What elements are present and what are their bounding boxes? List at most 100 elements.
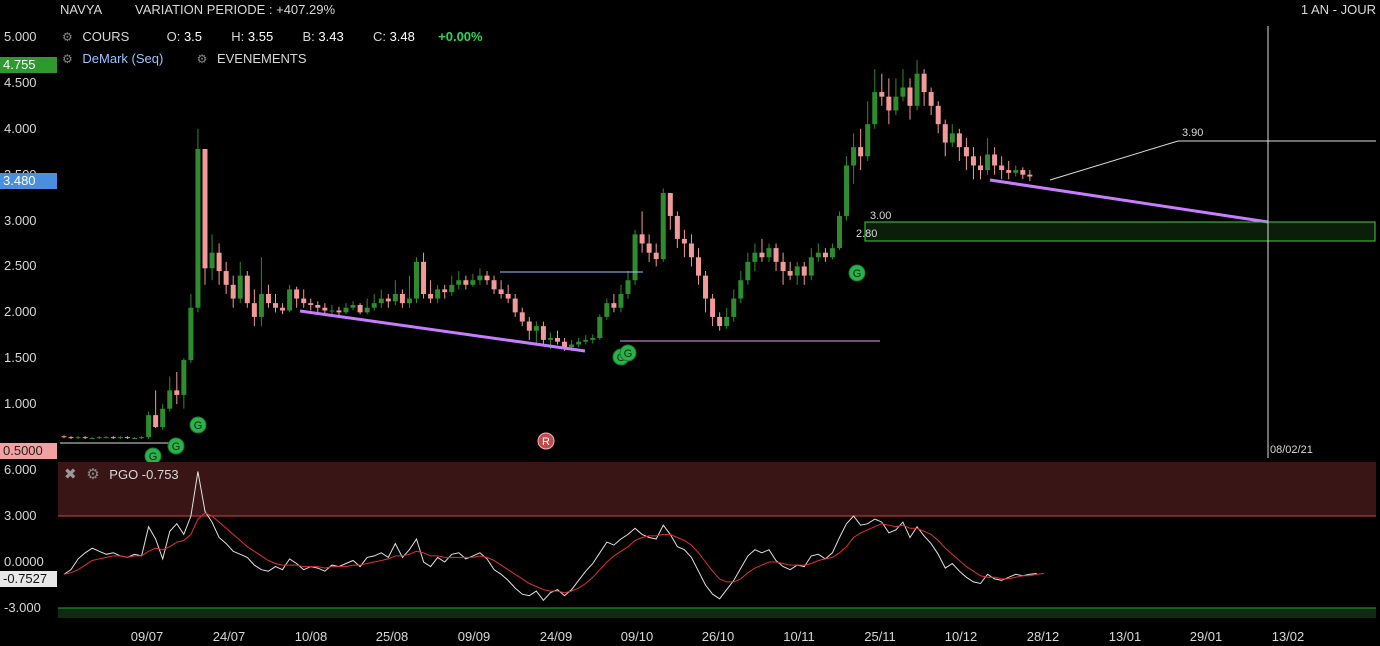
candle-body [258,293,264,317]
low-price-tag: 0.5000 [0,443,57,459]
signal-badge-label: G [853,268,862,280]
candle-body [688,243,694,258]
candle-body [900,87,906,97]
date-tick-label: 10/11 [783,629,815,644]
candle-body [463,280,469,285]
candle-body [963,147,969,157]
candle-body [209,252,215,269]
price-tick-label: 5.000 [4,29,37,44]
candle-body [766,248,772,258]
candle-body [237,275,243,299]
candle-body [569,344,575,348]
gear-icon[interactable]: ⚙ [86,466,99,483]
candle-body [385,298,391,302]
candle-body [378,298,384,304]
candle-body [660,193,666,260]
target-label: 3.90 [1182,127,1204,139]
date-tick-label: 09/10 [620,629,654,644]
candle-body [195,148,201,308]
signal-badge-label: R [542,436,550,448]
variation-label: VARIATION PERIODE : +407.29% [135,2,336,17]
candle-body [752,252,758,262]
candle-body [921,73,927,93]
pgo-series-line [63,512,1044,594]
pgo-tick-label: 3.000 [4,508,37,523]
candle-body [160,408,166,428]
date-tick-label: 09/07 [130,629,164,644]
date-tick-label: 13/01 [1108,629,1142,644]
candle-body [696,257,701,276]
candle-body [280,307,286,311]
low-value: 3.43 [318,29,344,44]
candle-body [343,307,349,313]
candle-body [350,304,356,308]
close-icon[interactable]: ✖ [64,466,77,483]
date-tick-label: 10/12 [944,629,978,644]
cursor-date-label: 08/02/21 [1270,444,1313,456]
gear-icon[interactable]: ⚙ [62,30,73,44]
candle-body [336,310,342,313]
pgo-header: ✖ ⚙ PGO -0.753 [64,465,179,483]
pgo-oversold-zone [58,608,1376,618]
candle-body [787,271,793,276]
price-tick-label: 2.000 [4,304,37,320]
close-value: 3.48 [389,29,415,44]
candle-body [202,148,208,269]
candle-body [251,303,257,317]
pgo-last-tag: -0.7527 [0,571,57,587]
gear-icon[interactable]: ⚙ [62,52,73,66]
candle-body [717,316,723,327]
candle-body [710,298,716,317]
candle-body [773,248,779,262]
indicator-demark[interactable]: DeMark (Seq) [82,51,163,66]
price-tick-label: 1.000 [4,396,37,412]
indicator-events[interactable]: EVENEMENTS [217,51,307,66]
candle-body [745,261,751,281]
date-tick-label: 24/07 [212,629,246,644]
candle-body [653,252,659,260]
candle-body [216,252,222,272]
date-tick-label: 25/11 [864,629,896,644]
date-tick-label: 29/01 [1189,629,1223,644]
price-tick-label: 4.500 [4,74,37,90]
candle-body [837,215,842,249]
period-selector[interactable]: 1 AN - JOUR [1301,2,1376,17]
price-chart-svg[interactable]: GGGGGGR [0,0,1380,646]
candle-body [703,275,709,299]
projection-line [1049,140,1179,181]
gear-icon[interactable]: ⚙ [197,52,208,66]
candle-body [371,303,377,308]
candle-body [308,303,314,305]
candle-body [844,165,850,216]
candle-body [103,437,109,439]
candle-body [858,147,864,157]
date-tick-label: 24/09 [539,629,573,644]
candle-body [188,307,194,361]
signal-badge-label: G [194,420,203,432]
candle-body [674,215,680,239]
candle-body [533,326,539,331]
candle-body [893,96,899,111]
candle-body [985,154,991,171]
candle-body [914,73,920,106]
candle-body [167,390,173,409]
candle-body [435,289,441,299]
candle-body [1027,174,1033,177]
candle-body [738,280,744,299]
signal-badge-label: G [172,441,181,453]
candle-body [597,316,603,339]
candle-body [519,312,525,322]
candle-body [942,124,948,143]
candle-body [555,338,560,342]
candle-body [780,261,786,272]
candle-body [505,293,511,299]
change-value: +0.00% [438,29,483,44]
open-label: O: [166,29,181,44]
candle-body [526,321,532,331]
candle-body [484,275,490,281]
candle-body [132,438,137,440]
cours-label: COURS [82,29,130,44]
candle-body [759,252,765,258]
low-label: B: [302,29,315,44]
price-tick-label: 3.000 [4,212,37,228]
